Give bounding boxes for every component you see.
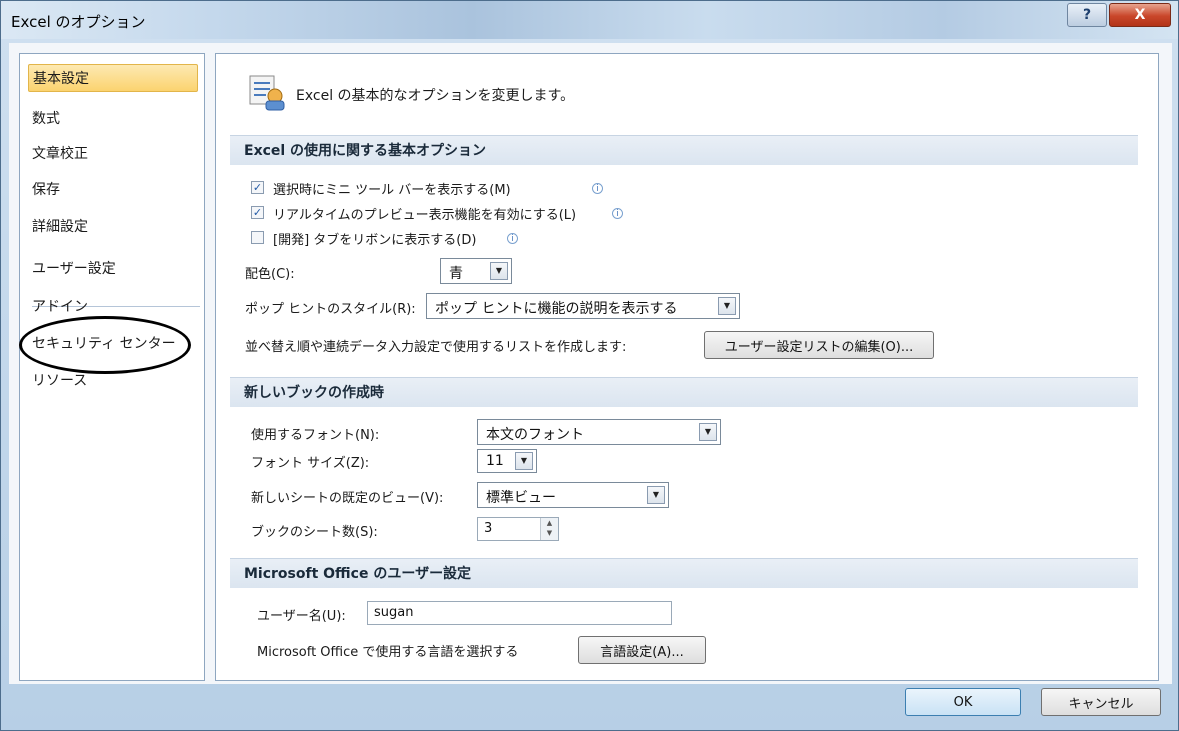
- default-view-value: 標準ビュー: [486, 490, 556, 506]
- mini-toolbar-label: 選択時にミニ ツール バーを表示する(M): [273, 183, 511, 198]
- developer-tab-label: [開発] タブをリボンに表示する(D): [273, 233, 477, 248]
- title-bar[interactable]: Excel のオプション ? X: [1, 1, 1178, 39]
- options-settings-icon: [249, 75, 285, 111]
- info-icon: i: [592, 183, 603, 194]
- sheet-count-spinner[interactable]: 3 ▲ ▼: [477, 517, 559, 541]
- chevron-down-icon[interactable]: ▼: [699, 423, 717, 441]
- page-description: Excel の基本的なオプションを変更します。: [296, 88, 575, 104]
- username-input[interactable]: sugan: [367, 601, 672, 625]
- section-basic-title: Excel の使用に関する基本オプション: [230, 135, 1138, 165]
- live-preview-label: リアルタイムのプレビュー表示機能を有効にする(L): [273, 208, 577, 223]
- chevron-down-icon[interactable]: ▼: [647, 486, 665, 504]
- spinner-arrows-icon[interactable]: ▲ ▼: [540, 518, 558, 540]
- default-font-select[interactable]: 本文のフォント ▼: [477, 419, 721, 445]
- screentip-style-value: ポップ ヒントに機能の説明を表示する: [435, 301, 678, 317]
- language-label: Microsoft Office で使用する言語を選択する: [257, 645, 519, 660]
- help-button[interactable]: ?: [1067, 3, 1107, 27]
- color-scheme-label: 配色(C):: [245, 267, 295, 282]
- sidebar-item-proofing[interactable]: 文章校正: [28, 140, 198, 168]
- info-icon: i: [612, 208, 623, 219]
- chevron-down-icon[interactable]: ▼: [515, 452, 533, 470]
- sheet-count-label: ブックのシート数(S):: [251, 525, 378, 540]
- mini-toolbar-checkbox[interactable]: ✓: [251, 181, 264, 194]
- window-title: Excel のオプション: [11, 13, 146, 31]
- section-new-book-title: 新しいブックの作成時: [230, 377, 1138, 407]
- close-icon: X: [1134, 7, 1146, 23]
- sidebar-item-basic[interactable]: 基本設定: [28, 64, 198, 92]
- default-view-label: 新しいシートの既定のビュー(V):: [251, 491, 444, 506]
- default-view-select[interactable]: 標準ビュー ▼: [477, 482, 669, 508]
- language-settings-button[interactable]: 言語設定(A)...: [578, 636, 706, 664]
- developer-tab-checkbox[interactable]: [251, 231, 264, 244]
- help-icon: ?: [1082, 7, 1092, 23]
- default-font-value: 本文のフォント: [486, 427, 584, 443]
- sidebar-item-advanced[interactable]: 詳細設定: [28, 213, 198, 241]
- font-size-value: 11: [486, 453, 504, 469]
- chevron-down-icon[interactable]: ▼: [718, 297, 736, 315]
- info-icon: i: [507, 233, 518, 244]
- color-scheme-value: 青: [449, 266, 463, 282]
- font-size-select[interactable]: 11 ▼: [477, 449, 537, 473]
- default-font-label: 使用するフォント(N):: [251, 428, 380, 443]
- screentip-style-label: ポップ ヒントのスタイル(R):: [245, 302, 416, 317]
- sidebar-item-formulas[interactable]: 数式: [28, 105, 198, 133]
- highlight-circle: [19, 316, 191, 374]
- section-user-title: Microsoft Office のユーザー設定: [230, 558, 1138, 588]
- custom-list-label: 並べ替え順や連続データ入力設定で使用するリストを作成します:: [245, 340, 627, 355]
- chevron-down-icon[interactable]: ▼: [490, 262, 508, 280]
- screentip-style-select[interactable]: ポップ ヒントに機能の説明を表示する ▼: [426, 293, 740, 319]
- excel-options-dialog: Excel のオプション ? X 基本設定 数式 文章校正 保存 詳細設定 ユー…: [0, 0, 1179, 731]
- options-content-panel: Excel の基本的なオプションを変更します。 Excel の使用に関する基本オ…: [215, 53, 1159, 681]
- username-label: ユーザー名(U):: [257, 609, 346, 624]
- ok-button[interactable]: OK: [905, 688, 1021, 716]
- cancel-button[interactable]: キャンセル: [1041, 688, 1161, 716]
- live-preview-checkbox[interactable]: ✓: [251, 206, 264, 219]
- sheet-count-value: 3: [484, 521, 493, 536]
- color-scheme-select[interactable]: 青 ▼: [440, 258, 512, 284]
- font-size-label: フォント サイズ(Z):: [251, 456, 370, 471]
- close-button[interactable]: X: [1109, 3, 1171, 27]
- sidebar-item-customize[interactable]: ユーザー設定: [28, 255, 198, 283]
- edit-custom-lists-button[interactable]: ユーザー設定リストの編集(O)...: [704, 331, 934, 359]
- sidebar-item-save[interactable]: 保存: [28, 176, 198, 204]
